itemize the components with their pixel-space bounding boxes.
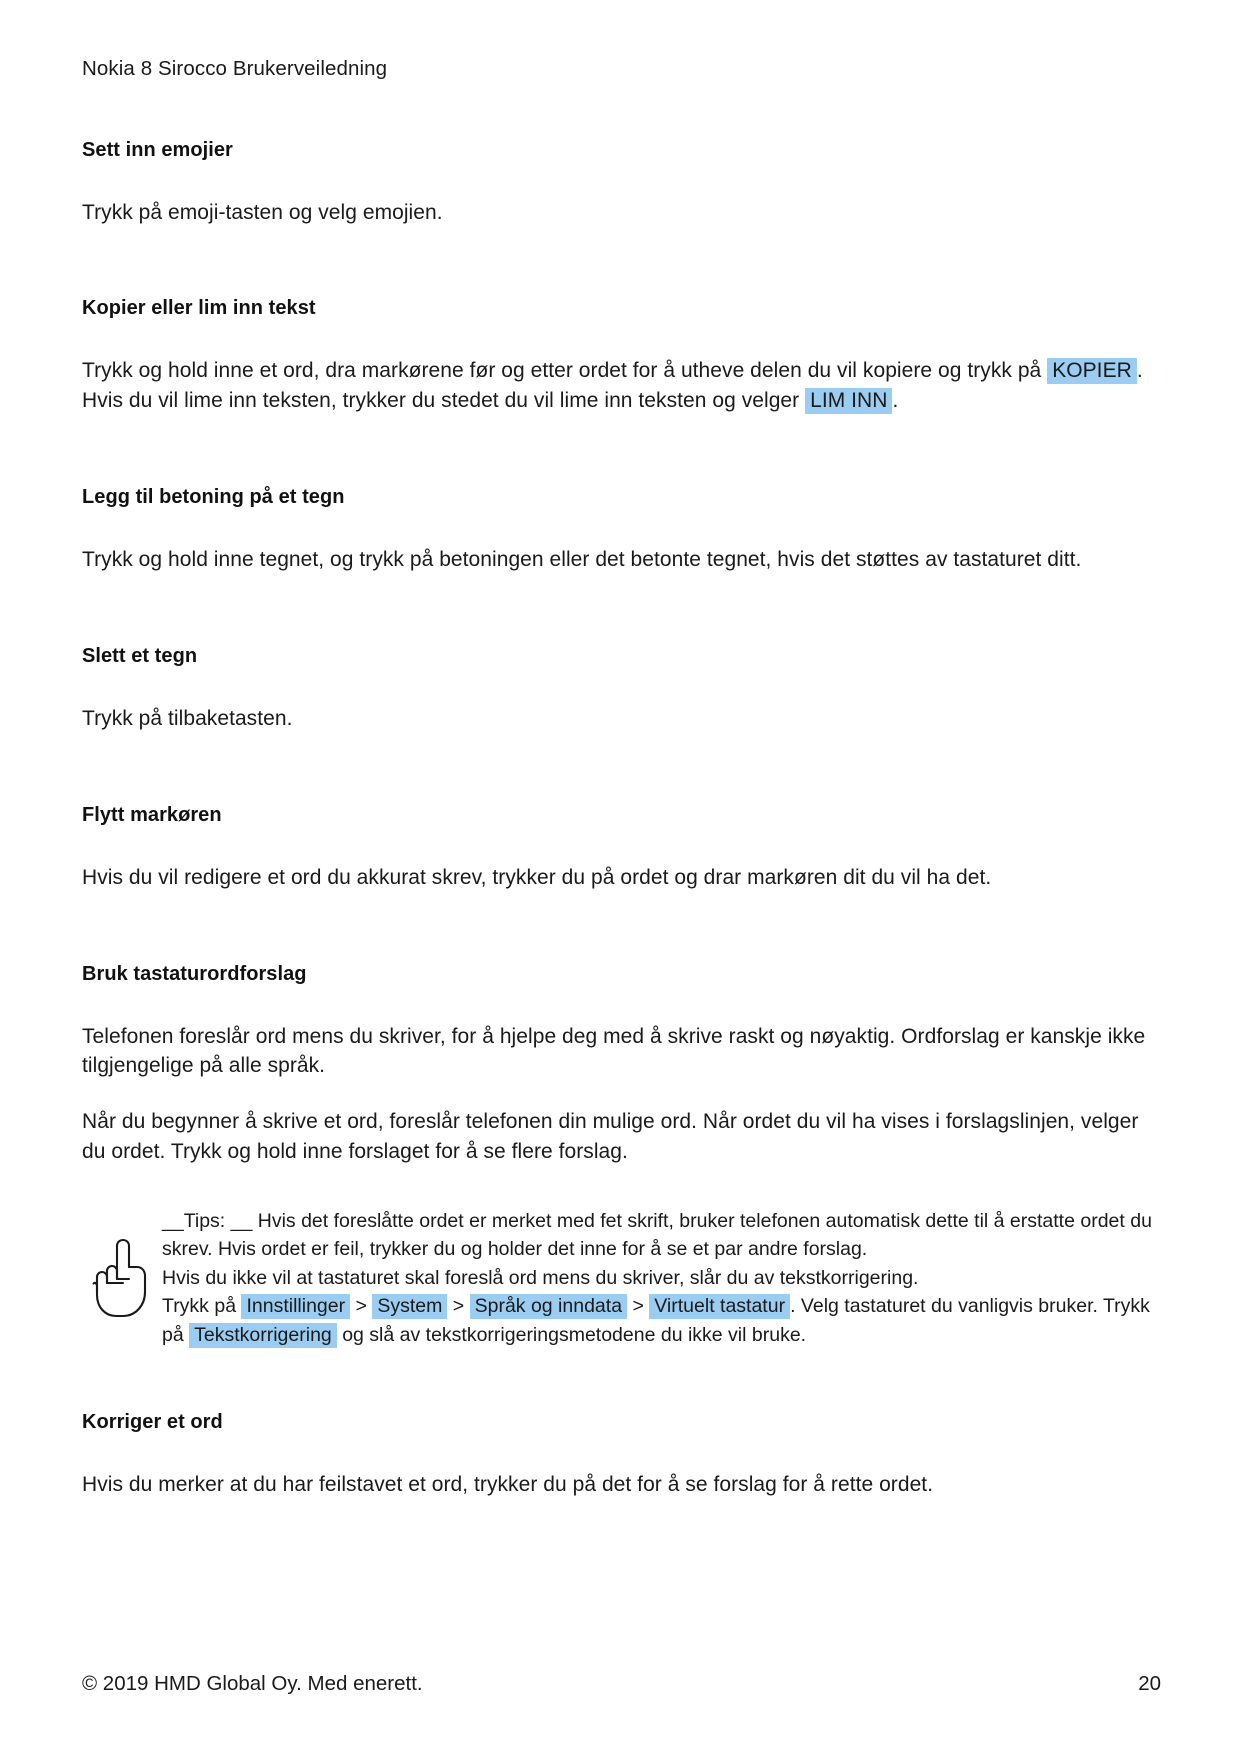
section-paragraph: Trykk og hold inne et ord, dra markørene… xyxy=(82,356,1161,416)
section-paragraph-2: Når du begynner å skrive et ord, foreslå… xyxy=(82,1110,1139,1163)
section-bruk-tastaturordforslag: Bruk tastaturordforslag Telefonen foresl… xyxy=(82,961,1161,1350)
section-paragraph-1: Telefonen foreslår ord mens du skriver, … xyxy=(82,1024,1146,1078)
footer-copyright: © 2019 HMD Global Oy. Med enerett. xyxy=(82,1672,423,1695)
breadcrumb-separator: > xyxy=(355,1295,367,1318)
section-heading: Legg til betoning på et tegn xyxy=(82,486,345,509)
section-heading: Slett et tegn xyxy=(82,644,198,667)
section-kopier-eller-lim-inn-tekst: Kopier eller lim inn tekst Trykk og hold… xyxy=(82,295,1161,416)
tip-line-3: Trykk på Innstillinger > System > Språk … xyxy=(162,1292,1161,1349)
pointing-hand-icon xyxy=(82,1237,162,1319)
section-paragraph: Hvis du vil redigere et ord du akkurat s… xyxy=(82,865,992,889)
tip-callout: __Tips: __ Hvis det foreslåtte ordet er … xyxy=(82,1207,1161,1349)
chip-lim-inn[interactable]: LIM INN xyxy=(805,388,893,415)
section-heading: Korriger et ord xyxy=(82,1411,223,1434)
tip-text: __Tips: __ Hvis det foreslåtte ordet er … xyxy=(162,1207,1161,1349)
document-page: Nokia 8 Sirocco Brukerveiledning Sett in… xyxy=(0,0,1241,1754)
footer-page-number: 20 xyxy=(1138,1672,1161,1695)
section-heading: Bruk tastaturordforslag xyxy=(82,962,307,985)
paragraph-text-part: Trykk og hold inne et ord, dra markørene… xyxy=(82,359,1042,383)
breadcrumb-separator: > xyxy=(632,1295,644,1318)
section-heading: Kopier eller lim inn tekst xyxy=(82,297,316,320)
breadcrumb-item-sprak-og-inndata[interactable]: Språk og inndata xyxy=(469,1294,628,1320)
tip-line-3-prefix: Trykk på xyxy=(162,1295,237,1318)
section-paragraph: Trykk og hold inne tegnet, og trykk på b… xyxy=(82,548,1082,572)
section-paragraph: Hvis du merker at du har feilstavet et o… xyxy=(82,1473,934,1497)
document-header: Nokia 8 Sirocco Brukerveiledning xyxy=(82,57,388,80)
section-korriger-et-ord: Korriger et ord Hvis du merker at du har… xyxy=(82,1409,1161,1500)
tip-line-2: Hvis du ikke vil at tastaturet skal fore… xyxy=(162,1266,919,1289)
page-footer: © 2019 HMD Global Oy. Med enerett. 20 xyxy=(82,1672,1161,1696)
section-heading: Sett inn emojier xyxy=(82,138,233,161)
section-legg-til-betoning: Legg til betoning på et tegn Trykk og ho… xyxy=(82,484,1161,575)
breadcrumb-separator: > xyxy=(452,1295,465,1318)
section-heading: Flytt markøren xyxy=(82,803,222,826)
section-paragraph: Trykk på tilbaketasten. xyxy=(82,706,293,730)
section-slett-et-tegn: Slett et tegn Trykk på tilbaketasten. xyxy=(82,643,1161,734)
breadcrumb-item-virtuelt-tastatur[interactable]: Virtuelt tastatur xyxy=(649,1294,791,1320)
tip-line-3-suffix: og slå av tekstkorrigeringsmetodene du i… xyxy=(342,1323,807,1346)
chip-kopier[interactable]: KOPIER xyxy=(1047,358,1137,385)
section-sett-inn-emojier: Sett inn emojier Trykk på emoji-tasten o… xyxy=(82,137,1161,228)
paragraph-text-part: . xyxy=(892,389,899,413)
section-paragraph: Trykk på emoji-tasten og velg emojien. xyxy=(82,200,443,224)
tip-line-1: __Tips: __ Hvis det foreslåtte ordet er … xyxy=(162,1209,1152,1261)
breadcrumb-item-innstillinger[interactable]: Innstillinger xyxy=(241,1294,351,1320)
section-flytt-markoren: Flytt markøren Hvis du vil redigere et o… xyxy=(82,802,1161,893)
breadcrumb-item-system[interactable]: System xyxy=(372,1294,448,1320)
chip-tekstkorrigering[interactable]: Tekstkorrigering xyxy=(189,1322,337,1348)
